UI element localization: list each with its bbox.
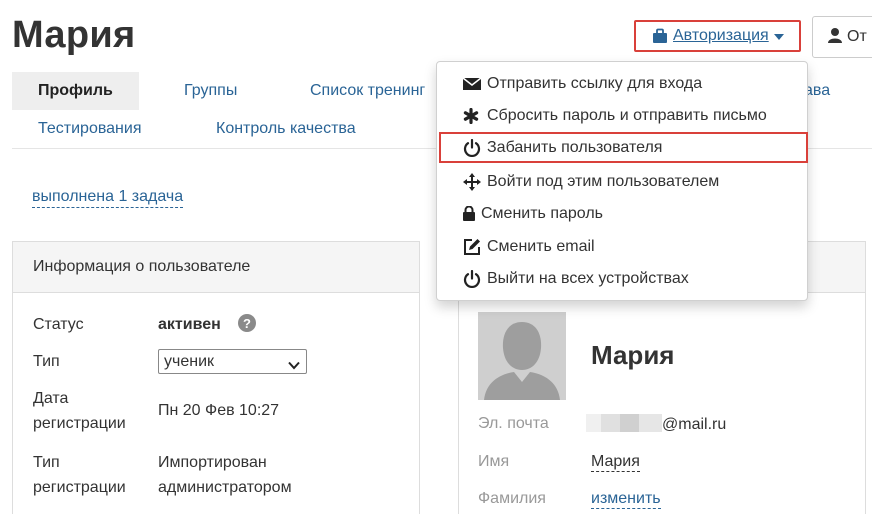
lock-icon (463, 206, 478, 221)
reg-date-label-line1: Дата (33, 390, 69, 407)
email-value: @mail.ru (586, 414, 726, 434)
status-value: активен (158, 316, 221, 333)
authorization-button-label: Авторизация (673, 27, 769, 44)
tasks-completed-link[interactable]: выполнена 1 задача (32, 187, 184, 208)
menu-item-label: Сменить пароль (481, 204, 604, 222)
authorization-button[interactable]: Авторизация (634, 20, 801, 52)
first-name-value[interactable]: Мария (591, 453, 640, 472)
menu-item-label: Забанить пользователя (487, 138, 663, 156)
power-icon (463, 269, 484, 288)
last-name-edit-link[interactable]: изменить (591, 490, 661, 509)
menu-item-ban-user[interactable]: Забанить пользователя (439, 132, 808, 163)
user-info-panel: Информация о пользователе Статус активен… (12, 241, 420, 514)
status-label: Статус (33, 316, 84, 333)
user-action-button-label: От (847, 28, 867, 45)
menu-item-reset-password[interactable]: Сбросить пароль и отправить письмо (439, 100, 807, 131)
first-name-label: Имя (478, 453, 510, 470)
help-icon[interactable]: ? (238, 314, 256, 332)
menu-item-send-login-link[interactable]: Отправить ссылку для входа (439, 68, 807, 99)
email-label: Эл. почта (478, 415, 549, 432)
menu-item-label: Сбросить пароль и отправить письмо (487, 106, 767, 124)
user-info-heading: Информация о пользователе (13, 242, 419, 293)
menu-item-change-password[interactable]: Сменить пароль (439, 198, 807, 229)
asterisk-icon (463, 107, 484, 124)
user-type-value: ученик (164, 352, 215, 370)
tab-profile[interactable]: Профиль (12, 72, 139, 110)
menu-item-label: Выйти на всех устройствах (487, 269, 689, 287)
user-action-button[interactable]: От (812, 16, 872, 58)
menu-item-logout-all-devices[interactable]: Выйти на всех устройствах (439, 263, 807, 294)
chevron-down-icon (773, 34, 784, 40)
power-icon (463, 138, 484, 157)
tab-groups[interactable]: Группы (184, 72, 237, 110)
menu-item-label: Сменить email (487, 237, 595, 255)
user-type-select[interactable]: ученик (158, 349, 307, 374)
avatar (478, 312, 566, 400)
last-name-label: Фамилия (478, 490, 546, 507)
edit-icon (463, 238, 484, 256)
authorization-menu: Отправить ссылку для входа Сбросить паро… (436, 61, 808, 301)
menu-item-label: Отправить ссылку для входа (487, 74, 703, 92)
reg-type-value-line1: Импортирован (158, 454, 267, 471)
user-icon (827, 27, 847, 48)
tab-quality-control[interactable]: Контроль качества (216, 110, 356, 148)
menu-item-change-email[interactable]: Сменить email (439, 231, 807, 262)
reg-type-label-line2: регистрации (33, 479, 126, 496)
menu-item-login-as-user[interactable]: Войти под этим пользователем (439, 166, 807, 197)
move-icon (463, 172, 484, 191)
profile-name: Мария (591, 340, 675, 370)
chevron-down-icon (288, 357, 300, 375)
reg-date-label-line2: регистрации (33, 415, 126, 432)
email-domain: @mail.ru (662, 416, 727, 433)
envelope-icon (463, 76, 484, 91)
menu-item-label: Войти под этим пользователем (487, 172, 720, 190)
page-title: Мария (12, 14, 136, 56)
reg-type-label-line1: Тип (33, 454, 60, 471)
tab-testing[interactable]: Тестирования (38, 110, 142, 148)
reg-date-value: Пн 20 Фев 10:27 (158, 402, 280, 419)
reg-type-value-line2: администратором (158, 479, 292, 496)
redacted-email-part (586, 414, 662, 432)
type-label: Тип (33, 353, 60, 370)
tab-trainings[interactable]: Список тренинг (310, 72, 425, 110)
briefcase-icon (652, 28, 668, 44)
